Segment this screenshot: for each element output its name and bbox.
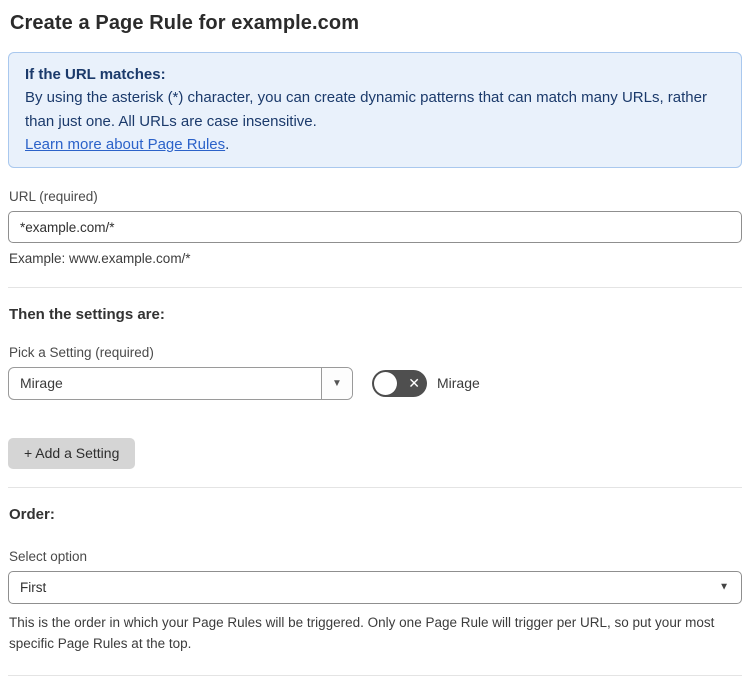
order-select[interactable]: First ▼: [8, 570, 742, 604]
dropdown-arrow-icon[interactable]: ▼: [321, 367, 352, 399]
divider: [8, 674, 742, 676]
setting-row: Mirage ▼ ✕ Mirage: [8, 366, 742, 400]
divider: [8, 286, 742, 288]
link-suffix: .: [225, 135, 230, 153]
url-field-label: URL (required): [9, 189, 98, 204]
order-helper-text: This is the order in which your Page Rul…: [9, 614, 715, 652]
url-input[interactable]: [8, 211, 742, 243]
info-box-heading: If the URL matches:: [25, 66, 166, 83]
toggle-knob: [374, 371, 397, 395]
mirage-toggle[interactable]: ✕: [372, 369, 427, 397]
page-title: Create a Page Rule for example.com: [10, 12, 360, 34]
order-select-value: First: [20, 579, 47, 595]
page-rule-form: Create a Page Rule for example.com If th…: [0, 0, 750, 684]
setting-picker-dropdown[interactable]: Mirage ▼: [8, 366, 353, 400]
setting-picker-value: Mirage: [20, 375, 63, 392]
add-setting-button[interactable]: + Add a Setting: [8, 437, 136, 469]
info-box-link-line: Learn more about Page Rules.: [25, 133, 725, 156]
order-select-label: Select option: [9, 548, 88, 564]
order-section-heading: Order:: [9, 505, 55, 523]
toggle-off-x-icon: ✕: [408, 375, 420, 392]
select-chevron-icon: ▼: [719, 581, 729, 593]
url-helper-text: Example: www.example.com/*: [9, 251, 191, 266]
info-box-body: By using the asterisk (*) character, you…: [25, 89, 707, 130]
settings-section-heading: Then the settings are:: [9, 305, 165, 323]
setting-picker-label: Pick a Setting (required): [9, 344, 154, 360]
toggle-caption: Mirage: [437, 375, 480, 392]
url-match-info-box: If the URL matches: By using the asteris…: [8, 52, 742, 168]
divider: [8, 486, 742, 488]
learn-more-link[interactable]: Learn more about Page Rules: [25, 136, 225, 153]
